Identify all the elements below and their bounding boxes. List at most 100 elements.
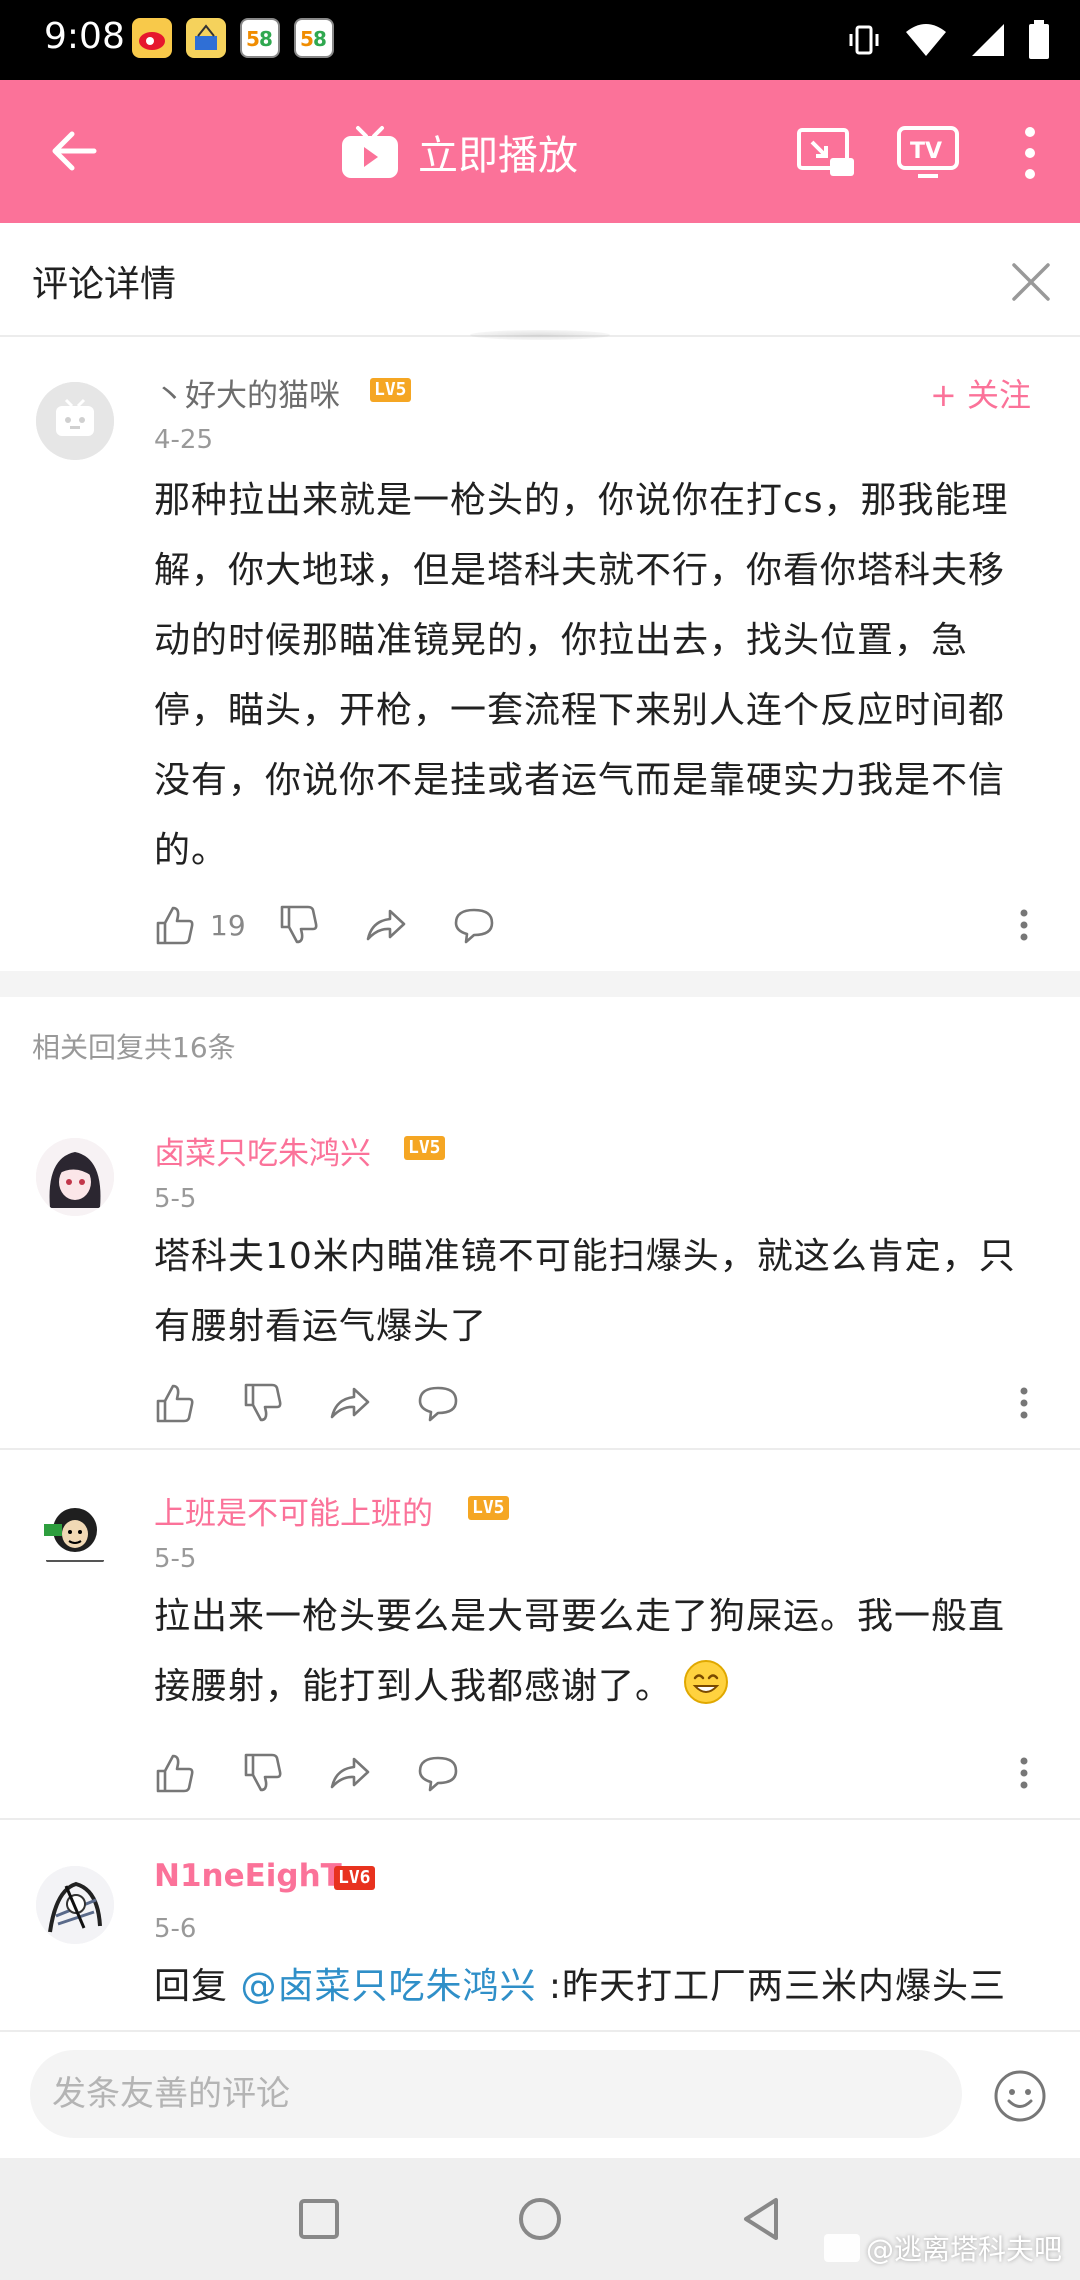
reply-text: 回复 @卤菜只吃朱鸿兴 :昨天打工厂两三米内爆头三 [154, 1952, 1034, 2028]
status-time: 9:08 [44, 16, 125, 57]
anime-avatar-icon [36, 1138, 114, 1216]
triangle-back-icon [744, 2198, 778, 2240]
thumbs-down-icon[interactable] [240, 1751, 284, 1795]
username[interactable]: 丶好大的猫咪 [154, 370, 340, 415]
recents-button[interactable] [292, 2192, 346, 2246]
close-icon [1012, 263, 1050, 301]
play-now-label: 立即播放 [418, 133, 578, 179]
arrow-left-icon [52, 131, 97, 171]
play-now-button[interactable]: 立即播放 [340, 114, 578, 190]
reply-text-body: 拉出来一枪头要么是大哥要么走了狗屎运。我一般直接腰射，能打到人我都感谢了。 [154, 1596, 1006, 1707]
tv-play-icon [342, 126, 398, 178]
scroll-shadow [470, 330, 610, 340]
reply-text: 拉出来一枪头要么是大哥要么走了狗屎运。我一般直接腰射，能打到人我都感谢了。 [154, 1582, 1034, 1722]
level-badge: LV6 [334, 1866, 375, 1890]
like-count: 19 [210, 908, 246, 942]
reply-text-body: :昨天打工厂两三米内爆头三 [536, 1966, 1007, 2007]
svg-text:8: 8 [259, 27, 273, 51]
comment-icon[interactable] [416, 1751, 460, 1795]
section-divider [0, 971, 1080, 997]
thumbs-up-icon[interactable] [152, 1381, 196, 1425]
more-options-button[interactable] [1010, 118, 1050, 188]
screen-cast-button[interactable] [796, 124, 856, 180]
share-icon[interactable] [328, 1381, 372, 1425]
comment-actions: 19 [152, 900, 496, 950]
comment-icon[interactable] [452, 903, 496, 947]
svg-text:5: 5 [246, 27, 260, 51]
battery-icon [1029, 20, 1049, 59]
reply-actions [152, 1748, 460, 1798]
replies-count: 相关回复共16条 [32, 1031, 236, 1064]
reply-prefix: 回复 [154, 1966, 241, 2007]
anime-avatar-icon [36, 1866, 114, 1944]
tv-icon: TV [897, 126, 959, 178]
smile-emoji-icon [684, 1660, 729, 1704]
more-vertical-icon [1020, 1387, 1028, 1419]
close-button[interactable] [1008, 259, 1054, 305]
tv-button[interactable]: TV [896, 124, 960, 180]
tieba-logo-icon [823, 2234, 860, 2262]
reply-actions [152, 1378, 460, 1428]
comment-date: 4-25 [154, 425, 214, 455]
more-vertical-icon [1025, 127, 1035, 179]
level-badge: LV5 [404, 1136, 445, 1160]
circle-icon [519, 2198, 561, 2240]
username[interactable]: 卤菜只吃朱鸿兴 [154, 1128, 371, 1173]
meme-avatar-icon [36, 1496, 114, 1574]
reply-more-button[interactable] [1012, 1748, 1036, 1798]
home-button[interactable] [513, 2192, 567, 2246]
username[interactable]: 上班是不可能上班的 [154, 1488, 433, 1533]
back-button[interactable] [40, 116, 110, 186]
vibrate-icon [849, 25, 879, 55]
58-icon: 58 [240, 18, 280, 58]
back-nav-button[interactable] [736, 2192, 790, 2246]
reply-date: 5-5 [154, 1544, 197, 1574]
avatar[interactable] [36, 1496, 114, 1574]
store-icon [186, 18, 226, 58]
svg-text:TV: TV [910, 139, 942, 164]
avatar[interactable] [36, 1138, 114, 1216]
comment-text: 那种拉出来就是一枪头的，你说你在打cs，那我能理解，你大地球，但是塔科夫就不行，… [154, 480, 1009, 871]
watermark-text: @逃离塔科夫吧 [865, 2233, 1062, 2266]
comment-more-button[interactable] [1012, 900, 1036, 950]
thumbs-down-icon[interactable] [240, 1381, 284, 1425]
reply-date: 5-6 [154, 1914, 197, 1944]
thumbs-up-icon[interactable] [152, 1751, 196, 1795]
reply-more-button[interactable] [1012, 1378, 1036, 1428]
signal-icon [972, 24, 1004, 56]
emoji-button[interactable] [992, 2068, 1048, 2124]
thumbs-down-icon[interactable] [276, 903, 320, 947]
comment-input-bar [0, 2030, 1080, 2158]
more-vertical-icon [1020, 1757, 1028, 1789]
svg-text:5: 5 [300, 27, 314, 51]
page-title: 评论详情 [32, 264, 177, 305]
default-avatar-icon [36, 382, 114, 460]
comment-icon[interactable] [416, 1381, 460, 1425]
level-badge: LV5 [468, 1496, 509, 1520]
comment-detail-header: 评论详情 [0, 223, 1080, 337]
avatar[interactable] [36, 382, 114, 460]
divider [0, 1448, 1080, 1450]
top-app-bar: 立即播放 TV [0, 80, 1080, 223]
share-icon[interactable] [364, 903, 408, 947]
svg-text:8: 8 [313, 27, 327, 51]
avatar[interactable] [36, 1866, 114, 1944]
58-icon: 58 [294, 18, 334, 58]
status-icons [846, 18, 1050, 62]
mention-link[interactable]: @卤菜只吃朱鸿兴 [240, 1966, 536, 2007]
watermark: @逃离塔科夫吧 [823, 2228, 1062, 2268]
reply-text: 塔科夫10米内瞄准镜不可能扫爆头，就这么肯定，只有腰射看运气爆头了 [154, 1236, 1016, 1347]
system-nav-bar: @逃离塔科夫吧 [0, 2158, 1080, 2280]
follow-button[interactable]: + 关注 [930, 370, 1031, 416]
share-icon[interactable] [328, 1751, 372, 1795]
thumbs-up-icon[interactable] [152, 903, 196, 947]
emoji-icon [994, 2070, 1046, 2122]
comment-input[interactable] [30, 2050, 962, 2138]
wifi-icon [906, 24, 946, 56]
weibo-icon [132, 18, 172, 58]
reply-date: 5-5 [154, 1184, 197, 1214]
username[interactable]: N1neEighT [154, 1858, 342, 1894]
status-bar: 9:08 58 58 [0, 0, 1080, 80]
screen-cast-icon [797, 128, 854, 176]
more-vertical-icon [1020, 909, 1028, 941]
